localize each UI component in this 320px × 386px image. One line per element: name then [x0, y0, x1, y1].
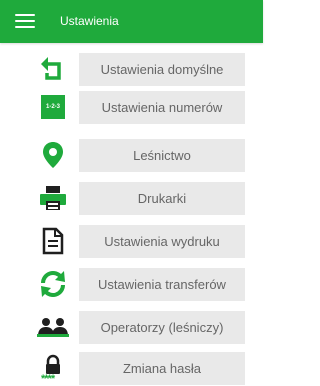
- document-icon: [36, 223, 70, 259]
- settings-item-transfers-button[interactable]: Ustawienia transferów: [79, 268, 245, 301]
- numbering-icon: 1-2-3: [36, 89, 70, 125]
- app-bar: Ustawienia: [0, 0, 263, 43]
- settings-item-forestry[interactable]: Leśnictwo: [0, 137, 263, 173]
- settings-item-operators-button[interactable]: Operatorzy (leśniczy): [79, 311, 245, 344]
- location-pin-icon: [36, 137, 70, 173]
- settings-item-default-button[interactable]: Ustawienia domyślne: [79, 53, 245, 86]
- password-stars: ****: [41, 373, 55, 385]
- settings-item-print[interactable]: Ustawienia wydruku: [0, 223, 263, 259]
- app-title: Ustawienia: [60, 14, 119, 28]
- settings-item-numbering[interactable]: 1-2-3 Ustawienia numerów: [0, 89, 263, 125]
- settings-item-printers-button[interactable]: Drukarki: [79, 182, 245, 215]
- operators-icon: [36, 309, 70, 345]
- settings-item-numbering-button[interactable]: Ustawienia numerów: [79, 91, 245, 124]
- settings-item-printers[interactable]: Drukarki: [0, 180, 263, 216]
- hamburger-menu-icon[interactable]: [15, 14, 35, 29]
- settings-item-default[interactable]: Ustawienia domyślne: [0, 51, 263, 87]
- sync-icon: [36, 266, 70, 302]
- settings-item-password-button[interactable]: Zmiana hasła: [79, 352, 245, 385]
- settings-item-print-button[interactable]: Ustawienia wydruku: [79, 225, 245, 258]
- reset-arrow-icon: [36, 51, 70, 87]
- settings-item-forestry-button[interactable]: Leśnictwo: [79, 139, 245, 172]
- settings-item-transfers[interactable]: Ustawienia transferów: [0, 266, 263, 302]
- settings-item-operators[interactable]: Operatorzy (leśniczy): [0, 309, 263, 345]
- numbering-icon-text: 1-2-3: [45, 104, 60, 110]
- printer-icon: [36, 180, 70, 216]
